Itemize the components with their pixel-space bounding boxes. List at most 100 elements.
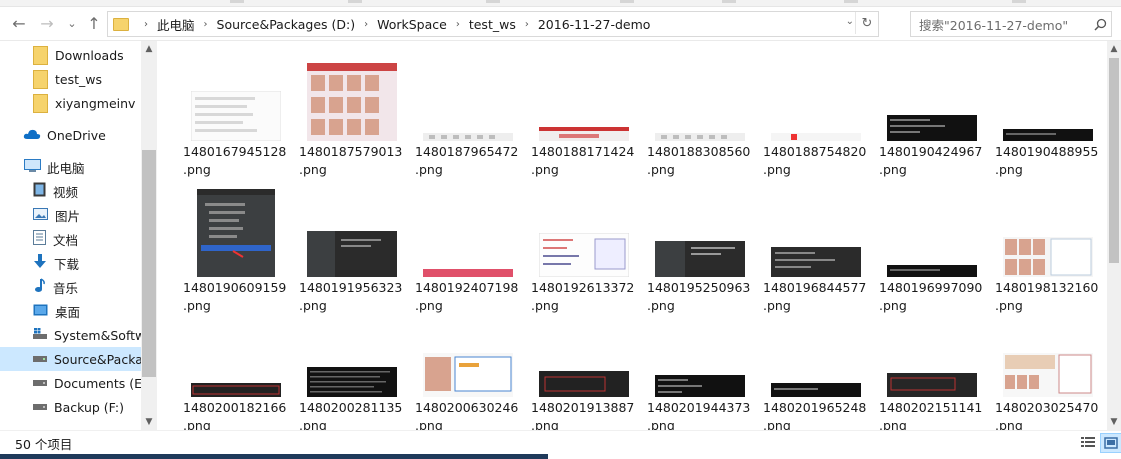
chevron-right-icon[interactable]: › <box>525 19 529 30</box>
file-thumbnail[interactable] <box>645 51 755 141</box>
file-item[interactable]: 1480188171424 .png <box>529 51 639 181</box>
scroll-up-arrow-icon[interactable]: ▲ <box>1107 41 1121 57</box>
file-item[interactable]: 1480190424967 .png <box>877 51 987 181</box>
sidebar-item-desktop[interactable]: 桌面 <box>0 299 157 323</box>
sidebar-item-drive-e[interactable]: Documents (E:) <box>0 371 157 395</box>
content-scrollbar[interactable]: ▲ ▼ <box>1107 41 1121 430</box>
file-name[interactable]: 1480203025470 .png <box>995 399 1103 430</box>
file-item[interactable]: 1480187965472 .png <box>413 51 523 181</box>
breadcrumb-drive-d[interactable]: Source&Packages (D:) <box>217 17 356 32</box>
breadcrumb-this-pc[interactable]: 此电脑 <box>157 15 195 34</box>
file-thumbnail[interactable] <box>877 187 987 277</box>
sidebar-item-videos[interactable]: 视频 <box>0 179 157 203</box>
file-name[interactable]: 1480187579013 .png <box>299 143 407 179</box>
file-name[interactable]: 1480167945128 .png <box>183 143 291 179</box>
search-input[interactable]: 搜索"2016-11-27-demo" <box>919 15 1089 34</box>
sidebar-item-downloads-zh[interactable]: 下载 <box>0 251 157 275</box>
details-view-button[interactable] <box>1078 433 1098 451</box>
breadcrumb-test-ws[interactable]: test_ws <box>469 17 516 32</box>
sidebar-item-drive-c[interactable]: System&Software (C:) <box>0 323 157 347</box>
file-item[interactable]: 1480198132160 .png <box>993 187 1103 317</box>
file-item[interactable]: 1480195250963 .png <box>645 187 755 317</box>
refresh-button[interactable]: ↻ <box>855 12 878 34</box>
file-name[interactable]: 1480200281135 .png <box>299 399 407 430</box>
sidebar-item-downloads[interactable]: Downloads <box>0 43 157 67</box>
sidebar-item-drive-d[interactable]: Source&Packages (D:) <box>0 347 157 371</box>
file-thumbnail[interactable] <box>297 187 407 277</box>
file-item[interactable]: 1480167945128 .png <box>181 51 291 181</box>
file-item[interactable]: 1480196844577 .png <box>761 187 871 317</box>
breadcrumb-current-folder[interactable]: 2016-11-27-demo <box>538 17 651 32</box>
file-item[interactable]: 1480190609159 .png <box>181 187 291 317</box>
file-item[interactable]: 1480191956323 .png <box>297 187 407 317</box>
file-item[interactable]: 1480201965248 .png <box>761 307 871 430</box>
file-thumbnail[interactable] <box>761 51 871 141</box>
file-thumbnail[interactable] <box>993 307 1103 397</box>
file-name[interactable]: 1480201965248 .png <box>763 399 871 430</box>
file-thumbnail[interactable] <box>529 307 639 397</box>
file-thumbnail[interactable] <box>645 307 755 397</box>
recent-locations-button[interactable]: ⌄ <box>62 13 82 33</box>
file-name[interactable]: 1480201913887 .png <box>531 399 639 430</box>
large-icons-view-button[interactable] <box>1100 433 1121 453</box>
file-thumbnail[interactable] <box>529 51 639 141</box>
file-thumbnail[interactable] <box>181 187 291 277</box>
sidebar-item-this-pc[interactable]: 此电脑 <box>0 155 157 179</box>
file-thumbnail[interactable] <box>761 307 871 397</box>
chevron-right-icon[interactable]: › <box>144 19 148 30</box>
file-item[interactable]: 1480196997090 .png <box>877 187 987 317</box>
sidebar-item-documents[interactable]: 文档 <box>0 227 157 251</box>
file-thumbnail[interactable] <box>181 307 291 397</box>
file-name[interactable]: 1480201944373 .png <box>647 399 755 430</box>
sidebar-item-music[interactable]: 音乐 <box>0 275 157 299</box>
file-thumbnail[interactable] <box>761 187 871 277</box>
chevron-right-icon[interactable]: › <box>204 19 208 30</box>
scroll-down-arrow-icon[interactable]: ▼ <box>141 414 157 430</box>
sidebar-item-onedrive[interactable]: OneDrive <box>0 123 157 147</box>
chevron-right-icon[interactable]: › <box>364 19 368 30</box>
sidebar-item-drive-f[interactable]: Backup (F:) <box>0 395 157 419</box>
back-button[interactable]: ← <box>9 13 29 33</box>
file-thumbnail[interactable] <box>413 51 523 141</box>
file-thumbnail[interactable] <box>877 51 987 141</box>
chevron-right-icon[interactable]: › <box>456 19 460 30</box>
file-name[interactable]: 1480187965472 .png <box>415 143 523 179</box>
file-item[interactable]: 1480200281135 .png <box>297 307 407 430</box>
up-button[interactable]: ↑ <box>84 13 104 33</box>
file-name[interactable]: 1480200182166 .png <box>183 399 291 430</box>
file-name[interactable]: 1480190424967 .png <box>879 143 987 179</box>
file-item[interactable]: 1480192613372 .png <box>529 187 639 317</box>
scroll-down-arrow-icon[interactable]: ▼ <box>1107 414 1121 430</box>
file-item[interactable]: 1480203025470 .png <box>993 307 1103 430</box>
sidebar-item-xiyangmeinv[interactable]: xiyangmeinv <box>0 91 157 115</box>
file-name[interactable]: 1480188308560 .png <box>647 143 755 179</box>
address-bar[interactable]: › 此电脑 › Source&Packages (D:) › WorkSpace… <box>107 11 879 37</box>
file-thumbnail[interactable] <box>413 187 523 277</box>
file-name[interactable]: 1480190488955 .png <box>995 143 1103 179</box>
sidebar-item-test-ws[interactable]: test_ws <box>0 67 157 91</box>
file-thumbnail[interactable] <box>297 51 407 141</box>
file-item[interactable]: 1480201944373 .png <box>645 307 755 430</box>
file-item[interactable]: 1480187579013 .png <box>297 51 407 181</box>
file-thumbnail[interactable] <box>297 307 407 397</box>
sidebar-item-pictures[interactable]: 图片 <box>0 203 157 227</box>
scrollbar-thumb[interactable] <box>1109 58 1119 263</box>
file-item[interactable]: 1480200630246 .png <box>413 307 523 430</box>
search-box[interactable]: 搜索"2016-11-27-demo" <box>910 11 1112 37</box>
file-thumbnail[interactable] <box>877 307 987 397</box>
scroll-up-arrow-icon[interactable]: ▲ <box>141 41 157 57</box>
file-name[interactable]: 1480200630246 .png <box>415 399 523 430</box>
file-name[interactable]: 1480202151141 .png <box>879 399 987 430</box>
file-item[interactable]: 1480192407198 .png <box>413 187 523 317</box>
scrollbar-thumb[interactable] <box>142 150 156 377</box>
file-name[interactable]: 1480188754820 .png <box>763 143 871 179</box>
sidebar-scrollbar[interactable]: ▲ ▼ <box>141 41 157 430</box>
file-thumbnail[interactable] <box>181 51 291 141</box>
file-item[interactable]: 1480200182166 .png <box>181 307 291 430</box>
address-dropdown-icon[interactable]: ⌄ <box>846 16 854 27</box>
file-item[interactable]: 1480188308560 .png <box>645 51 755 181</box>
breadcrumb-workspace[interactable]: WorkSpace <box>377 17 447 32</box>
file-item[interactable]: 1480202151141 .png <box>877 307 987 430</box>
file-thumbnail[interactable] <box>413 307 523 397</box>
file-item[interactable]: 1480201913887 .png <box>529 307 639 430</box>
